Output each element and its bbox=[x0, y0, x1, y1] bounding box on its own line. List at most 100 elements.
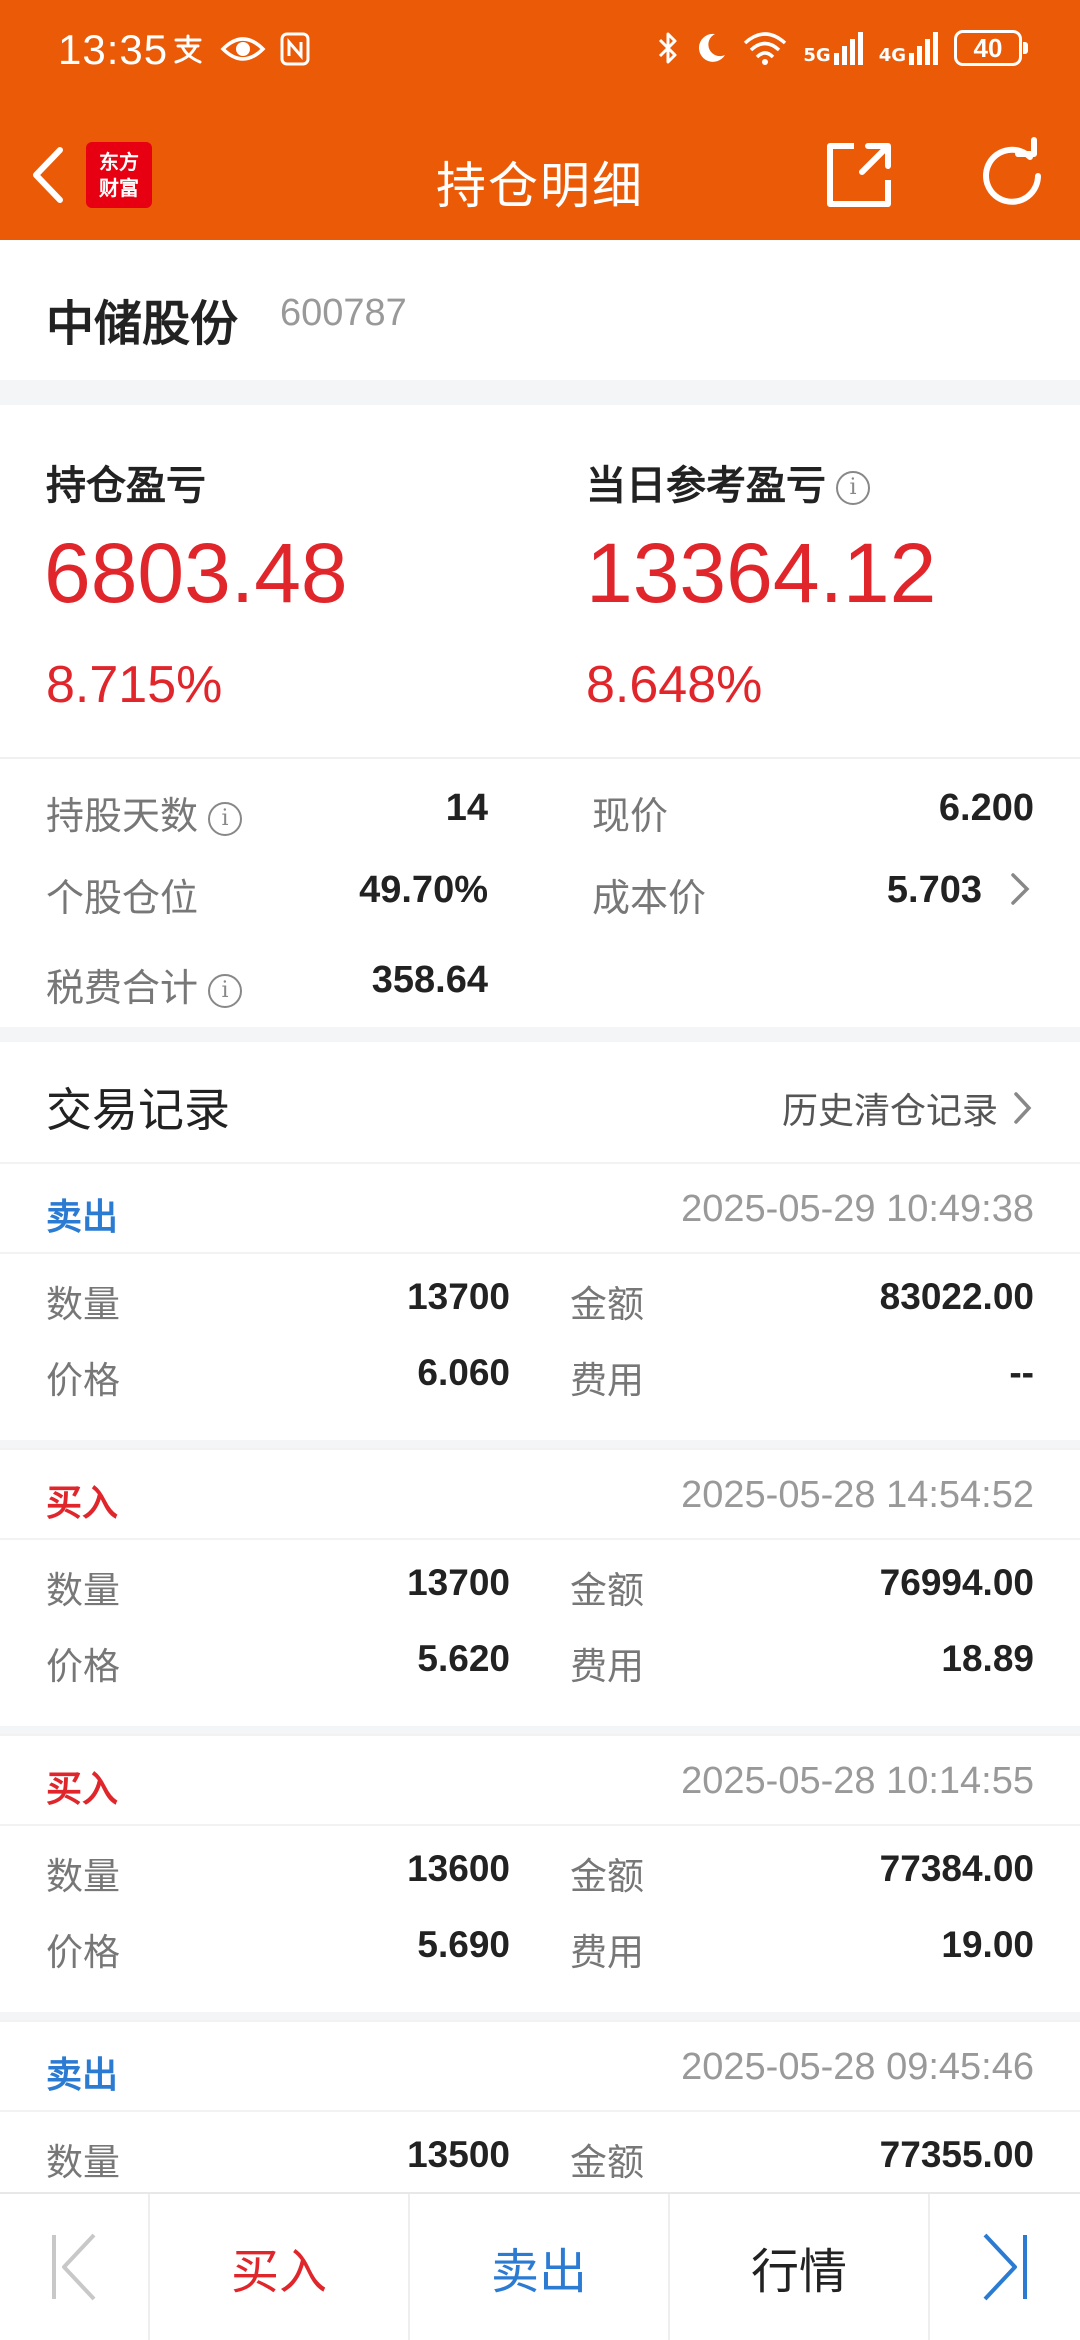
bottom-action-bar: 买入 卖出 行情 bbox=[0, 2192, 1080, 2340]
qty-value: 13700 bbox=[407, 1276, 510, 1317]
price-label: 价格 bbox=[46, 1645, 120, 1688]
nfc-icon bbox=[280, 32, 310, 66]
amount-label: 金额 bbox=[570, 1283, 644, 1326]
cost-price-value[interactable]: 5.703 bbox=[887, 869, 982, 912]
qty-value: 13600 bbox=[407, 1848, 510, 1889]
amount-value: 77384.00 bbox=[879, 1848, 1034, 1889]
qty-value: 13700 bbox=[407, 1562, 510, 1603]
nav-bar: 东方 财富 持仓明细 bbox=[0, 110, 1080, 240]
signal-4g: 4G bbox=[879, 31, 938, 65]
amount-value: 83022.00 bbox=[879, 1276, 1034, 1317]
trade-time: 2025-05-28 09:45:46 bbox=[681, 2046, 1034, 2088]
stock-info-row: 中储股份 600787 bbox=[0, 240, 1080, 380]
trade-side: 卖出 bbox=[46, 2055, 119, 2096]
refresh-button[interactable] bbox=[972, 136, 1052, 216]
daily-pl-percent: 8.648% bbox=[586, 656, 763, 714]
fee-label: 费用 bbox=[570, 1931, 644, 1974]
holding-pl-label: 持仓盈亏 bbox=[46, 463, 206, 509]
position-ratio-label: 个股仓位 bbox=[46, 876, 199, 920]
fee-value: 18.89 bbox=[941, 1638, 1034, 1679]
holding-pl-value: 6803.48 bbox=[44, 526, 348, 620]
fee-value: -- bbox=[1009, 1352, 1034, 1393]
battery-indicator: 40 bbox=[954, 30, 1028, 66]
summary-divider bbox=[0, 757, 1080, 759]
status-right-icons: 5G 4G 40 bbox=[657, 30, 1028, 66]
signal-5g-icon bbox=[833, 32, 863, 65]
trade-records-section: 交易记录 历史清仓记录 卖出 2025-05-29 10:49:38 数量 13… bbox=[0, 1042, 1080, 2192]
stock-name: 中储股份 bbox=[46, 296, 239, 352]
signal-4g-icon bbox=[909, 32, 938, 65]
trade-time: 2025-05-28 10:14:55 bbox=[681, 1760, 1034, 1802]
holding-pl-percent: 8.715% bbox=[46, 656, 223, 714]
daily-pl-label: 当日参考盈亏 i bbox=[586, 453, 870, 511]
trade-record[interactable]: 买入 2025-05-28 14:54:52 数量 13700 价格 5.620… bbox=[0, 1448, 1080, 1734]
skip-last-icon bbox=[983, 2233, 1027, 2301]
qty-label: 数量 bbox=[46, 1569, 120, 1612]
trade-record-header: 买入 2025-05-28 10:14:55 bbox=[0, 1734, 1080, 1826]
trade-record-header: 卖出 2025-05-28 09:45:46 bbox=[0, 2020, 1080, 2112]
trade-time: 2025-05-28 14:54:52 bbox=[681, 1474, 1034, 1516]
record-separator bbox=[0, 1440, 1080, 1448]
holding-days-value: 14 bbox=[445, 787, 488, 829]
trade-records-header: 交易记录 历史清仓记录 bbox=[0, 1042, 1080, 1162]
page-title: 持仓明细 bbox=[436, 157, 644, 215]
first-record-button[interactable] bbox=[0, 2194, 150, 2340]
history-clearance-label: 历史清仓记录 bbox=[781, 1091, 998, 1132]
moon-icon bbox=[699, 33, 726, 62]
price-value: 5.690 bbox=[417, 1924, 510, 1965]
position-summary-card: 持仓盈亏 6803.48 8.715% 当日参考盈亏 i 13364.12 8.6… bbox=[0, 405, 1080, 1027]
price-label: 价格 bbox=[46, 1931, 120, 1974]
status-time: 13:35 bbox=[58, 26, 169, 73]
fees-total-value: 358.64 bbox=[371, 959, 488, 1001]
net-5g-label: 5G bbox=[803, 45, 831, 66]
wifi-icon bbox=[744, 32, 787, 65]
qty-label: 数量 bbox=[46, 1283, 120, 1326]
price-value: 6.060 bbox=[417, 1352, 510, 1393]
app-header: 13:35 5G 4G 40 东方 财富 持仓明细 bbox=[0, 0, 1080, 240]
cost-price-label[interactable]: 成本价 bbox=[592, 867, 706, 922]
info-icon[interactable]: i bbox=[208, 973, 243, 1008]
info-icon[interactable]: i bbox=[208, 801, 243, 836]
qty-value: 13500 bbox=[407, 2134, 510, 2175]
amount-value: 76994.00 bbox=[879, 1562, 1034, 1603]
daily-pl-value: 13364.12 bbox=[586, 526, 937, 620]
eye-icon bbox=[220, 37, 266, 61]
holding-days-label: 持股天数 i bbox=[46, 785, 243, 840]
quote-button[interactable]: 行情 bbox=[670, 2194, 930, 2340]
share-button[interactable] bbox=[822, 136, 898, 212]
last-record-button[interactable] bbox=[930, 2194, 1080, 2340]
refresh-icon bbox=[983, 137, 1041, 205]
info-icon[interactable]: i bbox=[836, 471, 870, 505]
record-separator bbox=[0, 2012, 1080, 2020]
amount-label: 金额 bbox=[570, 1855, 644, 1898]
history-clearance-link[interactable]: 历史清仓记录 bbox=[782, 1082, 1034, 1134]
trade-record[interactable]: 卖出 2025-05-29 10:49:38 数量 13700 价格 6.060… bbox=[0, 1162, 1080, 1448]
amount-label: 金额 bbox=[570, 1569, 644, 1612]
trade-side: 卖出 bbox=[46, 1197, 119, 1238]
buy-button[interactable]: 买入 bbox=[150, 2194, 410, 2340]
current-price-value: 6.200 bbox=[938, 787, 1034, 829]
price-label: 价格 bbox=[46, 1359, 120, 1402]
current-price-label: 现价 bbox=[592, 794, 669, 838]
bluetooth-icon bbox=[659, 32, 677, 64]
share-icon bbox=[827, 143, 891, 207]
status-bar: 13:35 5G 4G 40 bbox=[0, 0, 1080, 110]
sell-button[interactable]: 卖出 bbox=[410, 2194, 670, 2340]
trade-record[interactable]: 买入 2025-05-28 10:14:55 数量 13600 价格 5.690… bbox=[0, 1734, 1080, 2020]
amount-label: 金额 bbox=[570, 2141, 644, 2184]
qty-label: 数量 bbox=[46, 2141, 120, 2184]
amount-value: 77355.00 bbox=[879, 2134, 1034, 2175]
pay-icon bbox=[174, 34, 202, 64]
fee-label: 费用 bbox=[570, 1645, 644, 1688]
price-value: 5.620 bbox=[417, 1638, 510, 1679]
fees-total-label: 税费合计 i bbox=[46, 957, 243, 1012]
trade-side: 买入 bbox=[46, 1769, 119, 1810]
net-4g-label: 4G bbox=[878, 45, 906, 66]
fee-value: 19.00 bbox=[941, 1924, 1034, 1965]
record-separator bbox=[0, 1726, 1080, 1734]
trade-record[interactable]: 卖出 2025-05-28 09:45:46 数量 13500 金额 77355… bbox=[0, 2020, 1080, 2192]
chevron-right-icon[interactable] bbox=[1008, 869, 1032, 909]
status-left-icons bbox=[172, 32, 310, 66]
signal-5g: 5G bbox=[803, 31, 863, 66]
stock-code: 600787 bbox=[280, 292, 407, 334]
